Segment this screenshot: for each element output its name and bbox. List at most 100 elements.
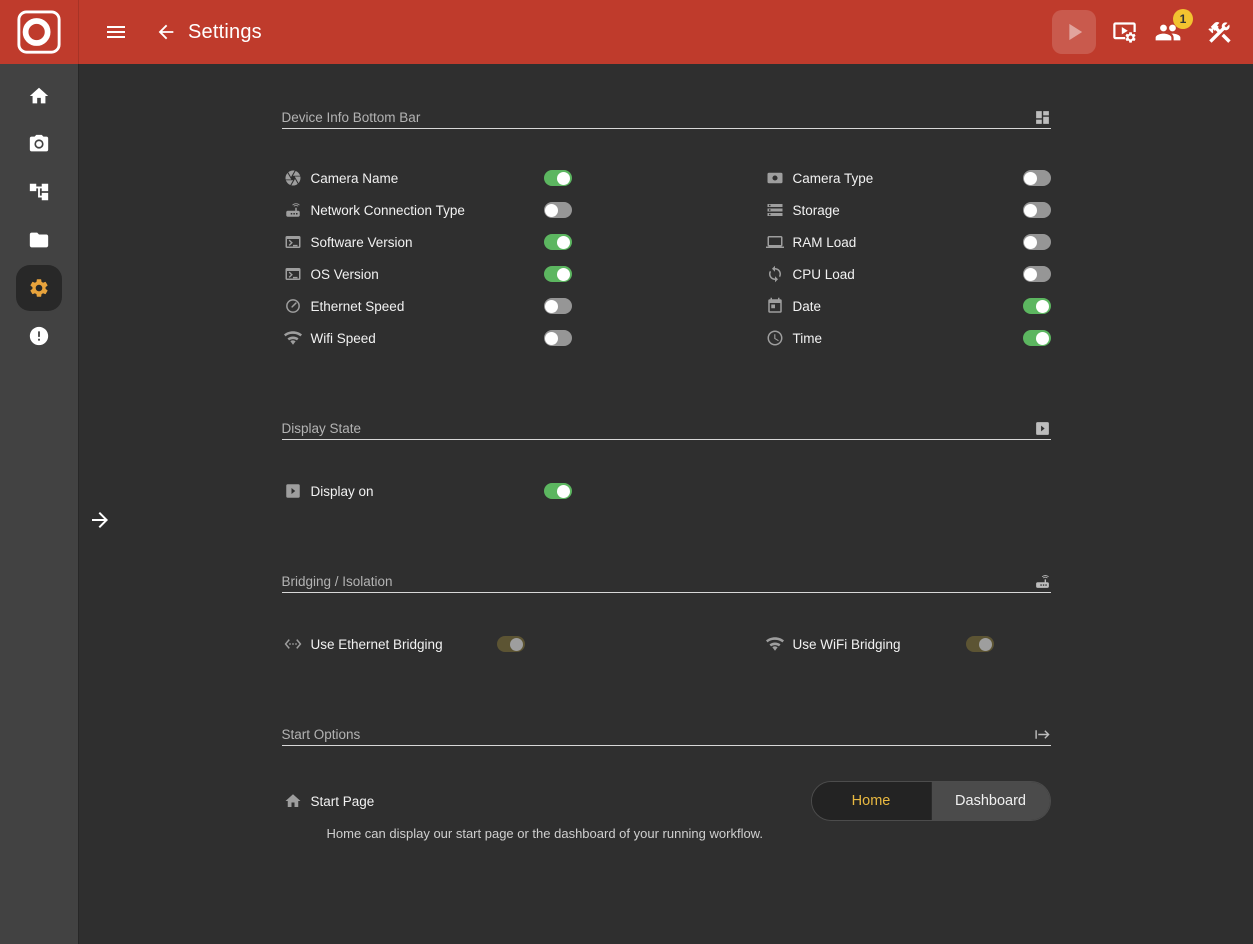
terminal-icon	[284, 265, 302, 283]
row-left: Camera Name	[282, 169, 572, 187]
toggle-knob	[1036, 300, 1049, 313]
start-icon	[1034, 726, 1051, 743]
slideshow-icon	[284, 482, 302, 500]
toggle-date[interactable]	[1023, 298, 1051, 314]
section-start-options: Start Options Start Page Home Dashboard …	[282, 724, 1051, 841]
speedometer-icon	[284, 297, 302, 315]
toggle-row-label: Camera Type	[793, 171, 874, 186]
play-icon	[1060, 18, 1088, 46]
calendar-icon	[766, 297, 784, 315]
row-right: Use WiFi Bridging	[764, 635, 1051, 653]
toggle-row-label: CPU Load	[793, 267, 855, 282]
wifi-icon	[284, 329, 302, 347]
toggle-knob	[545, 332, 558, 345]
toggle-row-label: Time	[793, 331, 823, 346]
home-icon	[284, 792, 302, 810]
sidebar-item-settings[interactable]	[16, 265, 62, 311]
row-left: Display on	[282, 482, 572, 500]
row-left: Wifi Speed	[282, 329, 572, 347]
dashboard-icon	[1034, 109, 1051, 126]
toggle-row-pair: Display on	[282, 475, 1051, 507]
monitor-icon	[766, 233, 784, 251]
toggle-row: OS Version	[282, 265, 572, 283]
segment-home[interactable]: Home	[812, 782, 931, 820]
divider	[282, 745, 1051, 746]
back-button[interactable]	[155, 21, 177, 43]
section-title: Device Info Bottom Bar	[282, 110, 421, 125]
section-title: Bridging / Isolation	[282, 574, 393, 589]
toggle-os-version[interactable]	[544, 266, 572, 282]
row-right: Date	[764, 297, 1051, 315]
toggle-knob	[557, 485, 570, 498]
sidebar-item-workflow[interactable]	[15, 168, 63, 216]
page-title: Settings	[188, 21, 262, 44]
row-right: Camera Type	[764, 169, 1051, 187]
toggle-storage[interactable]	[1023, 202, 1051, 218]
toggle-knob	[545, 300, 558, 313]
main-content: Device Info Bottom Bar Camera Name Camera…	[79, 64, 1253, 944]
toggle-cpu-load[interactable]	[1023, 266, 1051, 282]
toggle-knob	[557, 172, 570, 185]
toggle-row-label: Ethernet Speed	[311, 299, 405, 314]
toggle-row-pair: Use Ethernet BridgingUse WiFi Bridging	[282, 628, 1051, 660]
toggle-row: Display on	[282, 482, 572, 500]
segment-dashboard[interactable]: Dashboard	[931, 782, 1050, 820]
section-title: Start Options	[282, 727, 361, 742]
sidebar-item-files[interactable]	[15, 216, 63, 264]
sidebar-item-camera[interactable]	[15, 120, 63, 168]
app-logo[interactable]	[0, 0, 79, 64]
toggle-camera-name[interactable]	[544, 170, 572, 186]
toggle-row-label: Wifi Speed	[311, 331, 376, 346]
toggle-row-pair: OS Version CPU Load	[282, 258, 1051, 290]
toggle-row: Wifi Speed	[282, 329, 572, 347]
drawer-expand-button[interactable]	[88, 508, 112, 532]
toggle-row-label: OS Version	[311, 267, 379, 282]
home-icon	[28, 85, 50, 107]
sidebar-item-home[interactable]	[15, 72, 63, 120]
toggle-use-ethernet-bridging	[497, 636, 525, 652]
toggle-knob	[1024, 268, 1037, 281]
users-button[interactable]: 1	[1153, 19, 1183, 46]
logo-icon	[16, 9, 62, 55]
router-icon	[1034, 573, 1051, 590]
toggle-wifi-speed[interactable]	[544, 330, 572, 346]
start-page-row: Start Page	[282, 792, 375, 810]
toggle-camera-type[interactable]	[1023, 170, 1051, 186]
start-page-segmented-control: Home Dashboard	[811, 781, 1051, 821]
camera-body-icon	[766, 169, 784, 187]
tools-button[interactable]	[1206, 19, 1233, 46]
toggle-row-pair: Network Connection Type Storage	[282, 194, 1051, 226]
section-bridging-isolation: Bridging / Isolation Use Ethernet Bridgi…	[282, 571, 1051, 660]
sidebar-item-notifications[interactable]	[15, 312, 63, 360]
toggle-knob	[1024, 172, 1037, 185]
menu-button[interactable]	[104, 20, 128, 44]
toggle-network-connection-type[interactable]	[544, 202, 572, 218]
row-right: Time	[764, 329, 1051, 347]
row-right: CPU Load	[764, 265, 1051, 283]
row-left: Ethernet Speed	[282, 297, 572, 315]
toggle-row: Camera Name	[282, 169, 572, 187]
toggle-row-label: Storage	[793, 203, 840, 218]
sidebar	[0, 64, 79, 944]
toggle-knob	[979, 638, 992, 651]
toggle-row: RAM Load	[764, 233, 1051, 251]
toggle-ram-load[interactable]	[1023, 234, 1051, 250]
toggle-display-on[interactable]	[544, 483, 572, 499]
row-right: RAM Load	[764, 233, 1051, 251]
toggle-software-version[interactable]	[544, 234, 572, 250]
toggle-time[interactable]	[1023, 330, 1051, 346]
row-right: Storage	[764, 201, 1051, 219]
terminal-icon	[284, 233, 302, 251]
workflow-icon	[28, 181, 50, 203]
toggle-row: Network Connection Type	[282, 201, 572, 219]
display-settings-button[interactable]	[1111, 19, 1138, 46]
shutter-icon	[284, 169, 302, 187]
gear-icon	[28, 277, 50, 299]
slideshow-icon	[1034, 420, 1051, 437]
toggle-ethernet-speed[interactable]	[544, 298, 572, 314]
toggle-row-label: Network Connection Type	[311, 203, 465, 218]
toggle-row: Date	[764, 297, 1051, 315]
play-button[interactable]	[1052, 10, 1096, 54]
toggle-row: CPU Load	[764, 265, 1051, 283]
section-device-info-bottom-bar: Device Info Bottom Bar Camera Name Camera…	[282, 107, 1051, 354]
